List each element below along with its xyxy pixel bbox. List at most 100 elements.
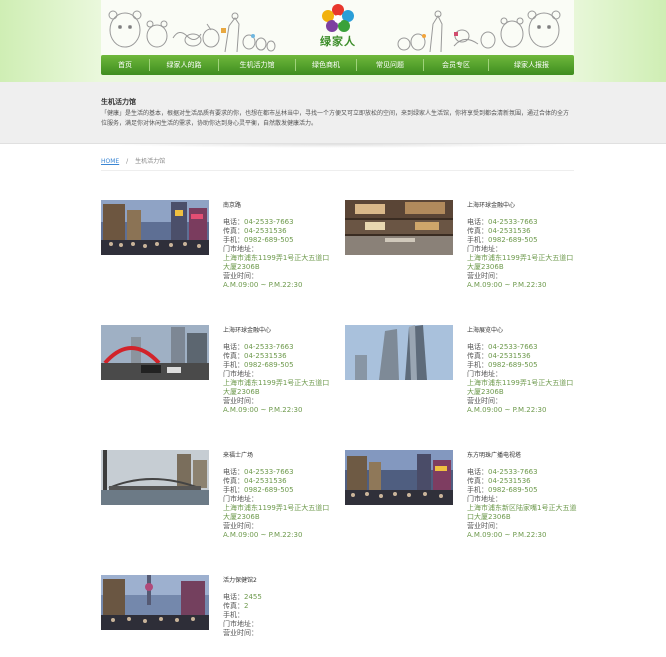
- hours-label: 营业时间：: [467, 522, 502, 530]
- store-info: 上海环球金融中心 电话：04-2533-7663 传真：04-2531536 手…: [467, 200, 579, 290]
- cartoon-characters-right-illustration: [397, 10, 561, 53]
- phone-label: 电话：: [467, 468, 488, 476]
- section-shadow: [101, 144, 574, 148]
- intro-description: 「健康」是生活的基本，根据对生活品质有要求的你，也想在都市丛林当中，寻找一个方便…: [101, 110, 570, 127]
- store-phone: 04-2533-7663: [244, 468, 294, 476]
- hours-label: 营业时间：: [467, 397, 502, 405]
- phone-label: 电话：: [467, 343, 488, 351]
- address-label: 门市地址：: [467, 245, 502, 253]
- store-fax: 04-2531536: [488, 352, 531, 360]
- store-fax: 04-2531536: [244, 477, 287, 485]
- hours-label: 营业时间：: [467, 272, 502, 280]
- store-hours: A.M.09:00 ~ P.M.22:30: [223, 406, 303, 414]
- store-photo[interactable]: [101, 575, 209, 630]
- fax-label: 传真：: [223, 352, 244, 360]
- store-mobile: 0982-689-505: [488, 236, 538, 244]
- fax-label: 传真：: [467, 227, 488, 235]
- store-phone: 2455: [244, 593, 262, 601]
- nav-item-green-business[interactable]: 绿色商机: [296, 55, 356, 75]
- store-mobile: 0982-689-505: [488, 361, 538, 369]
- store-info: 南京路 电话：04-2533-7663 传真：04-2531536 手机：098…: [223, 200, 335, 290]
- fax-label: 传真：: [223, 602, 244, 610]
- address-label: 门市地址：: [223, 495, 258, 503]
- mobile-label: 手机：: [223, 361, 244, 369]
- nav-item-members[interactable]: 会员专区: [424, 55, 488, 75]
- phone-label: 电话：: [223, 218, 244, 226]
- breadcrumb-separator: /: [126, 158, 129, 165]
- mall-interior-photo: [345, 200, 453, 255]
- mobile-label: 手机：: [223, 236, 244, 244]
- hours-label: 营业时间：: [223, 522, 258, 530]
- breadcrumb-home-link[interactable]: HOME: [101, 158, 119, 165]
- address-label: 门市地址：: [223, 620, 258, 628]
- address-label: 门市地址：: [223, 370, 258, 378]
- mobile-label: 手机：: [467, 361, 488, 369]
- store-hours: A.M.09:00 ~ P.M.22:30: [223, 281, 303, 289]
- store-name[interactable]: 上海环球金融中心: [467, 200, 579, 209]
- mobile-label: 手机：: [223, 611, 244, 619]
- store-info: 来福士广场 电话：04-2533-7663 传真：04-2531536 手机：0…: [223, 450, 335, 540]
- nav-item-faq[interactable]: 常见问题: [357, 55, 423, 75]
- store-fax: 04-2531536: [488, 227, 531, 235]
- store-info: 东方明珠广播电视塔 电话：04-2533-7663 传真：04-2531536 …: [467, 450, 579, 540]
- bridge-skyline-photo: [101, 450, 209, 505]
- fax-label: 传真：: [223, 227, 244, 235]
- store-photo[interactable]: [101, 450, 209, 505]
- crowded-street-photo: [345, 450, 453, 505]
- address-label: 门市地址：: [467, 370, 502, 378]
- store-address: 上海市浦东1199弄1号正大五道口大厦2306B: [223, 254, 330, 271]
- divider: [101, 170, 574, 171]
- red-arch-street-photo: [101, 325, 209, 380]
- breadcrumb-current: 生机活力馆: [135, 158, 166, 165]
- store-photo[interactable]: [345, 325, 453, 380]
- store-name[interactable]: 来福士广场: [223, 450, 335, 459]
- hours-label: 营业时间：: [223, 397, 258, 405]
- breadcrumb: HOME / 生机活力馆: [101, 156, 165, 165]
- fax-label: 传真：: [223, 477, 244, 485]
- store-name[interactable]: 上海展览中心: [467, 325, 579, 334]
- store-phone: 04-2533-7663: [244, 343, 294, 351]
- store-mobile: 0982-689-505: [244, 486, 294, 494]
- flower-logo-icon: [322, 4, 354, 32]
- nav-item-home[interactable]: 首页: [101, 55, 149, 75]
- store-phone: 04-2533-7663: [488, 343, 538, 351]
- phone-label: 电话：: [223, 343, 244, 351]
- phone-label: 电话：: [223, 593, 244, 601]
- nav-item-newsletter[interactable]: 绿家人报报: [489, 55, 574, 75]
- store-address: 上海市浦东新区陆家嘴1号正大五道口大厦2306B: [467, 504, 577, 521]
- store-photo[interactable]: [101, 200, 209, 255]
- store-photo[interactable]: [345, 450, 453, 505]
- store-info: 上海环球金融中心 电话：04-2533-7663 传真：04-2531536 手…: [223, 325, 335, 415]
- store-phone: 04-2533-7663: [244, 218, 294, 226]
- nav-item-green-path[interactable]: 绿家人的路: [150, 55, 218, 75]
- cartoon-characters-left-illustration: [108, 10, 276, 53]
- nav-item-vitality-hall[interactable]: 生机活力馆: [219, 55, 295, 75]
- store-hours: A.M.09:00 ~ P.M.22:30: [223, 531, 303, 539]
- store-address: 上海市浦东1199弄1号正大五道口大厦2306B: [223, 379, 330, 396]
- store-fax: 2: [244, 602, 249, 610]
- mobile-label: 手机：: [467, 236, 488, 244]
- store-hours: A.M.09:00 ~ P.M.22:30: [467, 281, 547, 289]
- site-header: 绿家人: [101, 0, 574, 55]
- mobile-label: 手机：: [467, 486, 488, 494]
- skyscrapers-photo: [345, 325, 453, 380]
- store-phone: 04-2533-7663: [488, 468, 538, 476]
- store-name[interactable]: 上海环球金融中心: [223, 325, 335, 334]
- store-hours: A.M.09:00 ~ P.M.22:30: [467, 406, 547, 414]
- address-label: 门市地址：: [223, 245, 258, 253]
- main-navigation: 首页 绿家人的路 生机活力馆 绿色商机 常见问题 会员专区 绿家人报报: [101, 55, 574, 75]
- address-label: 门市地址：: [467, 495, 502, 503]
- store-photo[interactable]: [345, 200, 453, 255]
- store-mobile: 0982-689-505: [244, 361, 294, 369]
- store-address: 上海市浦东1199弄1号正大五道口大厦2306B: [467, 379, 574, 396]
- street-tower-photo: [101, 575, 209, 630]
- fax-label: 传真：: [467, 477, 488, 485]
- store-address: 上海市浦东1199弄1号正大五道口大厦2306B: [467, 254, 574, 271]
- store-name[interactable]: 活力保健馆2: [223, 575, 335, 584]
- store-name[interactable]: 南京路: [223, 200, 335, 209]
- site-logo[interactable]: 绿家人: [313, 4, 363, 52]
- page-title: 生机活力馆: [101, 98, 136, 106]
- store-fax: 04-2531536: [244, 352, 287, 360]
- store-photo[interactable]: [101, 325, 209, 380]
- store-name[interactable]: 东方明珠广播电视塔: [467, 450, 579, 459]
